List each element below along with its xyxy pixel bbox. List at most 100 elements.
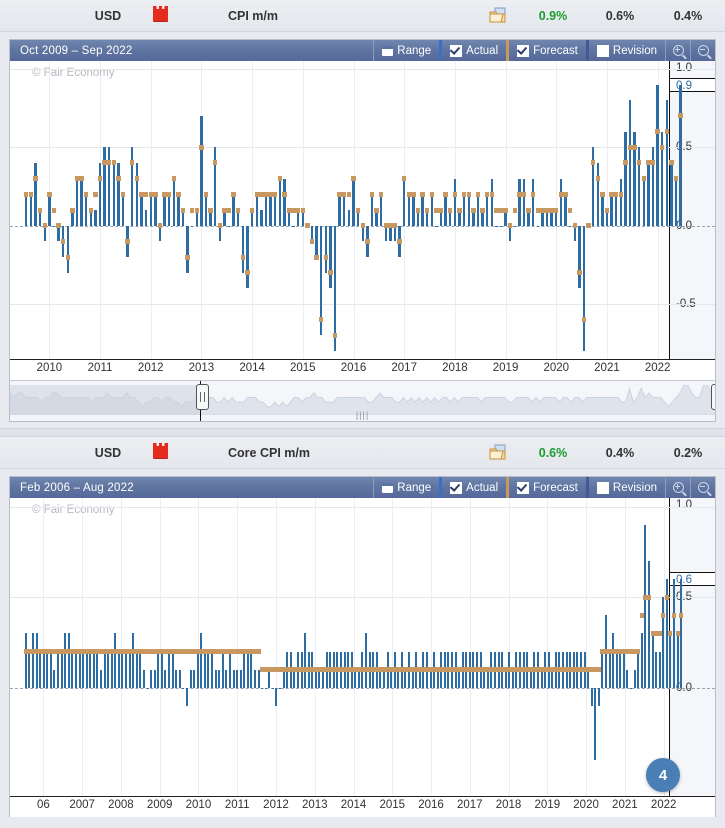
actual-bar[interactable] — [397, 669, 400, 688]
actual-bar[interactable] — [257, 669, 260, 688]
forecast-marker[interactable] — [581, 317, 587, 323]
zoom-out-button-2[interactable] — [690, 477, 715, 498]
actual-bar[interactable] — [75, 178, 79, 226]
actual-bar[interactable] — [637, 651, 640, 688]
actual-bar[interactable] — [680, 579, 683, 688]
navigator-handle-left[interactable] — [196, 384, 209, 410]
actual-bar[interactable] — [125, 651, 128, 688]
actual-bar[interactable] — [347, 210, 351, 226]
actual-bar[interactable] — [203, 651, 206, 688]
forecast-marker[interactable] — [309, 238, 315, 244]
actual-bar[interactable] — [596, 162, 599, 226]
actual-bar[interactable] — [60, 651, 63, 688]
actual-bar[interactable] — [656, 84, 659, 226]
actual-bar[interactable] — [624, 131, 627, 226]
forecast-marker[interactable] — [314, 254, 319, 260]
forecast-marker[interactable] — [231, 191, 236, 197]
actual-bar[interactable] — [172, 178, 175, 226]
actual-bar[interactable] — [232, 669, 235, 688]
actual-bar[interactable] — [282, 669, 285, 688]
forecast-marker[interactable] — [176, 191, 181, 197]
zoom-in-icon-2[interactable] — [672, 482, 684, 493]
forecast-marker[interactable] — [256, 649, 261, 654]
actual-bar[interactable] — [536, 225, 540, 228]
actual-bar[interactable] — [559, 178, 563, 226]
actual-bar[interactable] — [246, 225, 249, 289]
forecast-marker[interactable] — [134, 176, 140, 182]
navigator-handle-right[interactable] — [711, 384, 715, 410]
actual-bar[interactable] — [476, 194, 480, 226]
actual-bar[interactable] — [177, 194, 180, 226]
actual-bar[interactable] — [117, 162, 120, 226]
navigator-grip-icon[interactable]: |||| — [356, 410, 369, 420]
forecast-marker[interactable] — [319, 317, 324, 323]
actual-bar[interactable] — [200, 115, 203, 226]
actual-toggle-2[interactable]: Actual — [439, 477, 506, 498]
forecast-marker[interactable] — [217, 223, 223, 229]
zoom-out-icon[interactable] — [697, 45, 709, 56]
actual-bar[interactable] — [614, 194, 618, 226]
forecast-marker[interactable] — [171, 176, 176, 182]
event-title-2[interactable]: Core CPI m/m — [228, 446, 310, 460]
actual-bar[interactable] — [283, 178, 286, 226]
actual-bar[interactable] — [269, 194, 272, 226]
forecast-marker[interactable] — [97, 176, 103, 182]
forecast-marker[interactable] — [282, 191, 287, 197]
forecast-marker[interactable] — [641, 176, 647, 182]
actual-bar[interactable] — [679, 84, 682, 226]
actual-bar[interactable] — [228, 651, 231, 688]
actual-bar[interactable] — [490, 178, 493, 226]
actual-bar[interactable] — [31, 633, 34, 688]
actual-bar[interactable] — [85, 194, 88, 226]
forecast-marker[interactable] — [70, 207, 75, 213]
forecast-marker[interactable] — [93, 191, 98, 197]
actual-bar[interactable] — [196, 651, 199, 688]
detail-document-icon[interactable] — [489, 7, 507, 24]
actual-bar[interactable] — [114, 633, 117, 688]
actual-bar[interactable] — [495, 225, 498, 228]
actual-bar[interactable] — [146, 687, 149, 690]
actual-bar[interactable] — [421, 194, 424, 226]
actual-bar[interactable] — [568, 225, 572, 228]
zoom-in-button-2[interactable] — [665, 477, 690, 498]
actual-bar[interactable] — [28, 651, 31, 688]
zoom-out-icon-2[interactable] — [697, 482, 709, 493]
forecast-marker[interactable] — [208, 207, 213, 213]
forecast-marker[interactable] — [365, 238, 370, 244]
checkbox-icon-forecast[interactable] — [517, 44, 530, 57]
forecast-marker[interactable] — [438, 207, 444, 213]
checkbox-icon-revision-2[interactable] — [596, 481, 609, 494]
actual-bar[interactable] — [189, 669, 192, 688]
forecast-marker[interactable] — [88, 207, 93, 213]
forecast-marker[interactable] — [378, 191, 384, 197]
actual-bar[interactable] — [458, 669, 461, 688]
zoom-out-button[interactable] — [690, 40, 715, 61]
actual-bar[interactable] — [117, 651, 120, 688]
actual-bar[interactable] — [365, 633, 368, 688]
forecast-marker[interactable] — [369, 191, 375, 197]
forecast-marker[interactable] — [245, 270, 250, 276]
actual-bar[interactable] — [139, 651, 142, 688]
actual-bar[interactable] — [175, 669, 178, 688]
actual-bar[interactable] — [85, 651, 88, 688]
actual-bar[interactable] — [131, 147, 134, 226]
actual-bar[interactable] — [57, 651, 60, 688]
forecast-marker[interactable] — [415, 207, 421, 213]
actual-bar[interactable] — [154, 194, 157, 226]
forecast-marker[interactable] — [47, 191, 52, 197]
forecast-toggle[interactable]: Forecast — [506, 40, 586, 61]
actual-bar[interactable] — [343, 194, 346, 226]
actual-bar[interactable] — [379, 669, 382, 688]
actual-bar[interactable] — [71, 651, 74, 688]
actual-bar[interactable] — [467, 194, 470, 226]
actual-bar[interactable] — [29, 194, 33, 226]
actual-bar[interactable] — [619, 178, 622, 226]
forecast-marker[interactable] — [42, 223, 47, 229]
actual-bar[interactable] — [64, 633, 67, 688]
forecast-marker[interactable] — [153, 191, 158, 197]
actual-bar[interactable] — [207, 651, 210, 688]
actual-bar[interactable] — [34, 162, 37, 226]
forecast-marker[interactable] — [240, 254, 246, 260]
forecast-marker[interactable] — [360, 223, 365, 229]
forecast-marker[interactable] — [79, 176, 84, 182]
